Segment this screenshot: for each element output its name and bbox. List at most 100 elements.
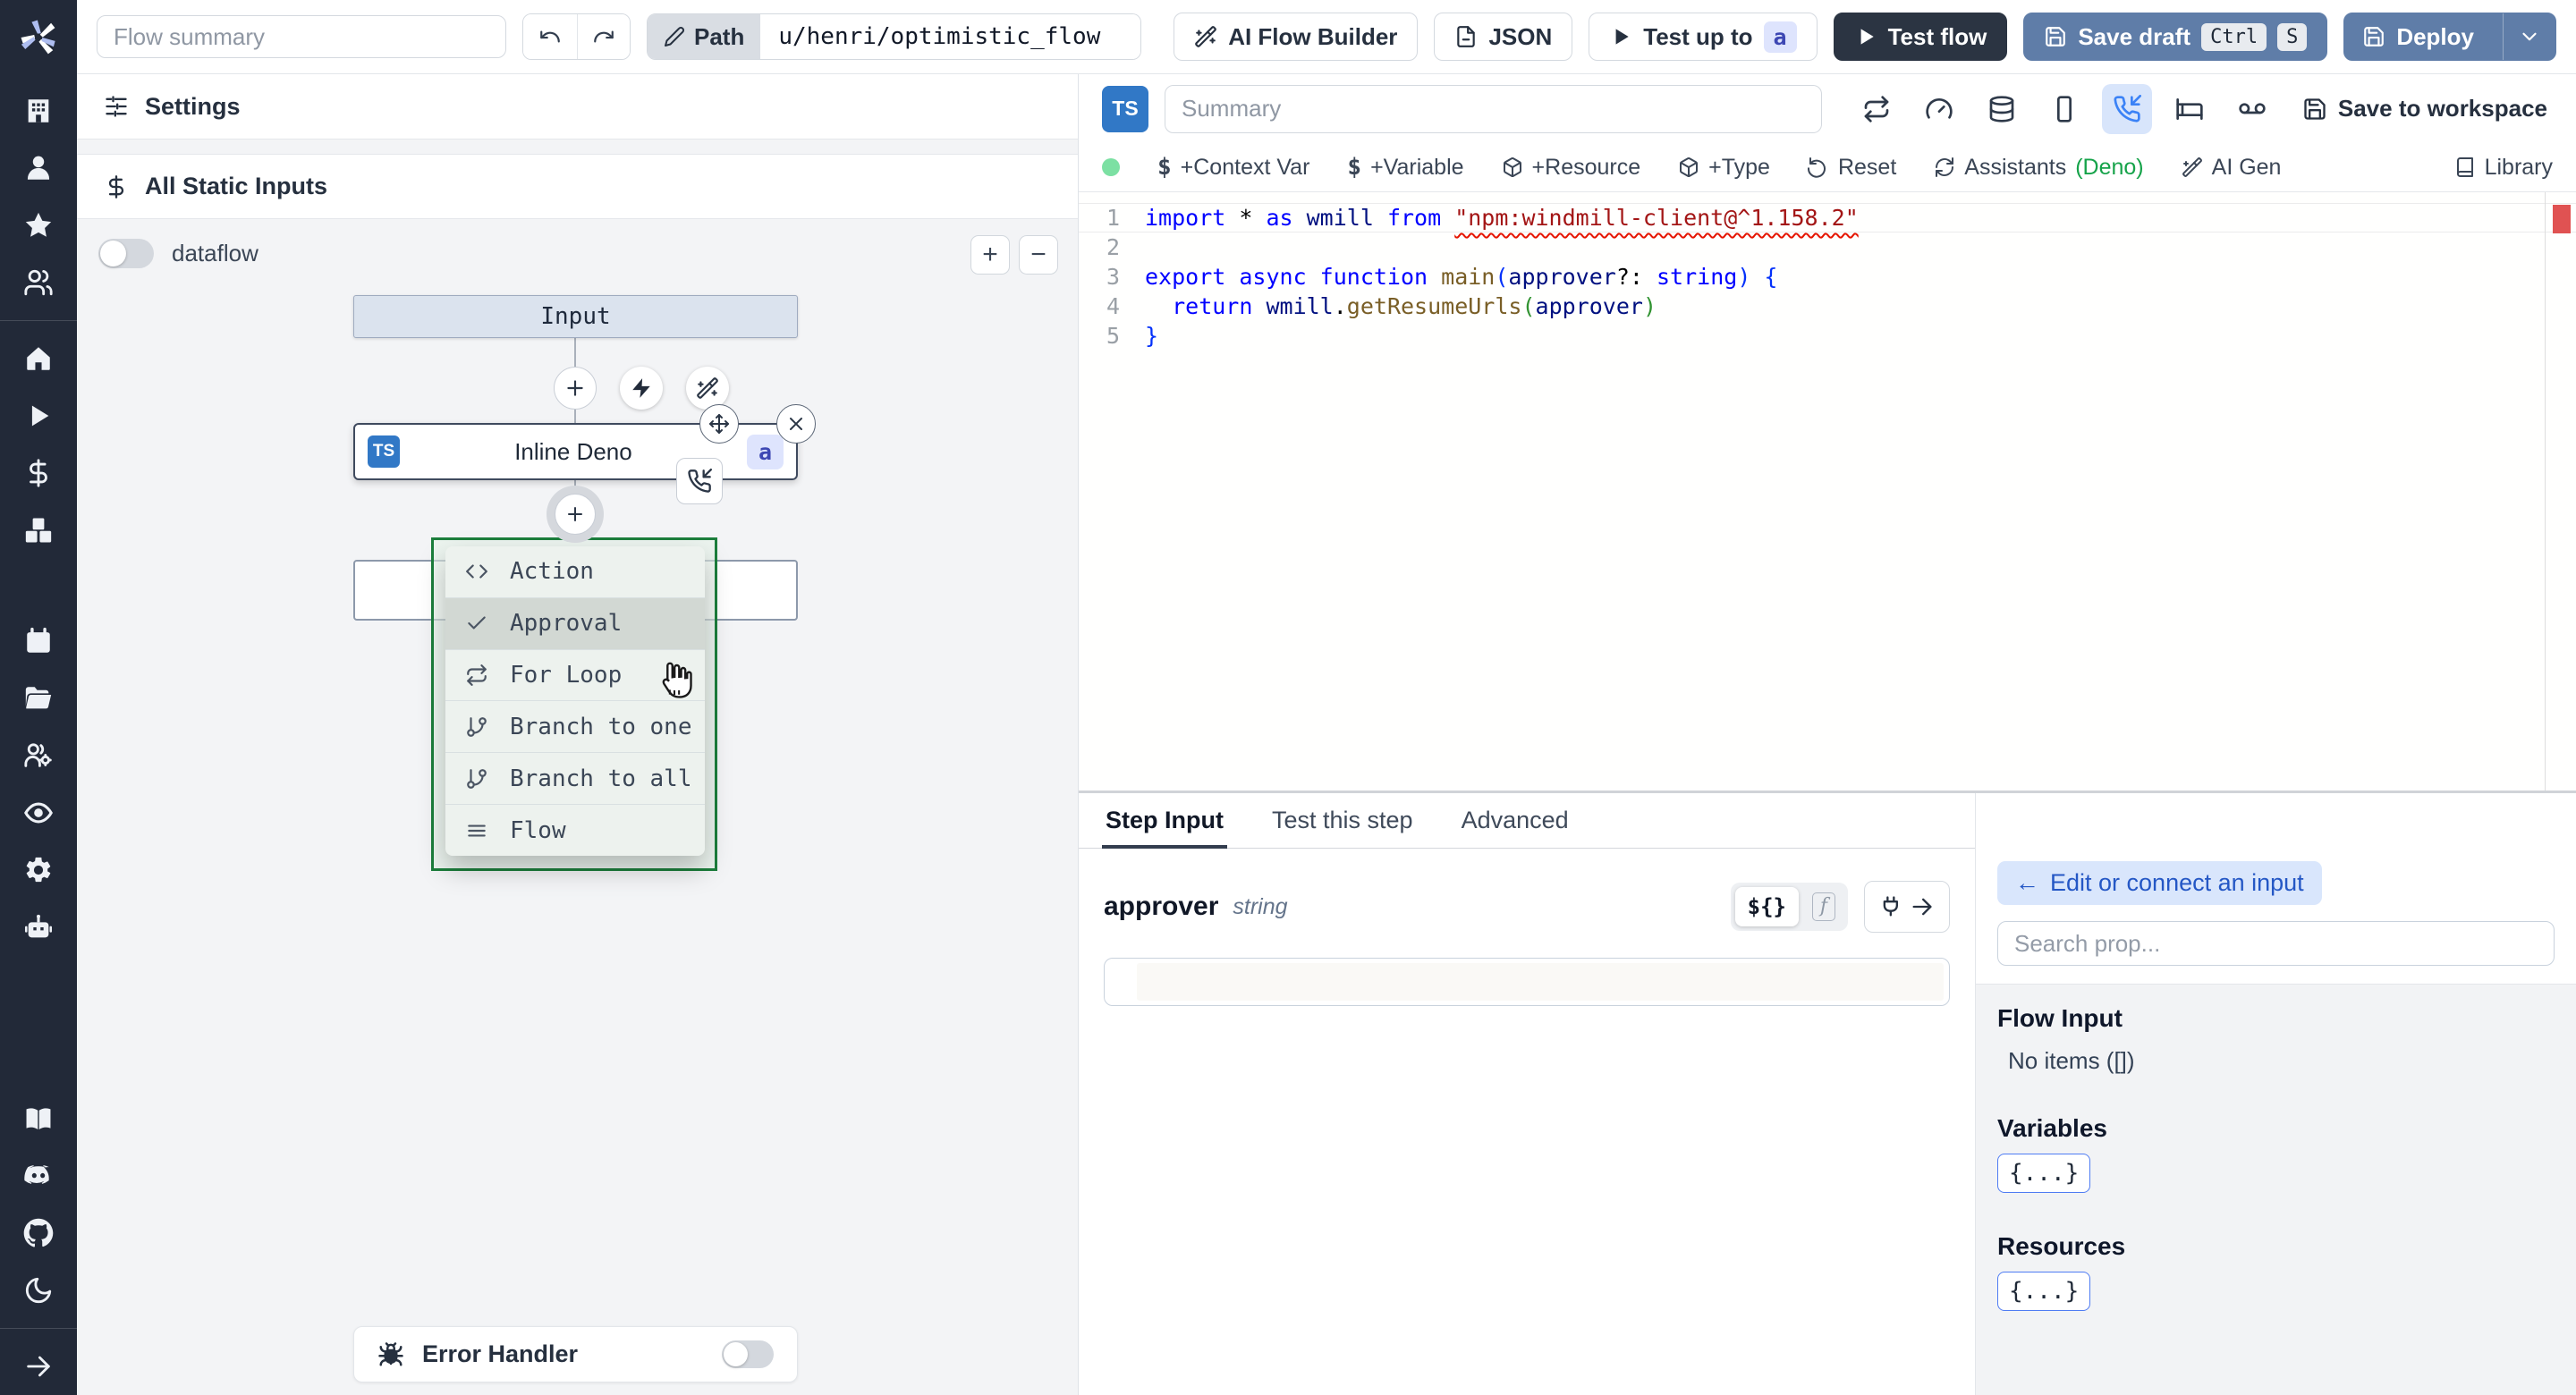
sidebar-home-icon[interactable]	[0, 330, 77, 387]
expr-mode-button[interactable]: ${}	[1734, 887, 1799, 926]
move-step-button[interactable]	[699, 404, 739, 444]
redo-button[interactable]	[576, 14, 630, 59]
sidebar-schedules-icon[interactable]	[0, 613, 77, 670]
save-to-workspace-button[interactable]: Save to workspace	[2302, 95, 2547, 123]
tab-advanced[interactable]: Advanced	[1458, 793, 1572, 848]
mock-icon[interactable]	[2227, 84, 2277, 134]
test-flow-label: Test flow	[1887, 22, 1987, 50]
insert-step-button-active[interactable]	[547, 486, 604, 543]
flow-summary-input[interactable]	[97, 15, 507, 58]
error-handler-card[interactable]: Error Handler	[353, 1326, 798, 1382]
json-label: JSON	[1488, 22, 1553, 50]
sidebar-favorites-icon[interactable]	[0, 197, 77, 254]
edit-or-connect-button[interactable]: ← Edit or connect an input	[1997, 861, 2322, 905]
move-icon	[709, 414, 729, 434]
sidebar-resources-icon[interactable]	[0, 502, 77, 559]
add-variable-button[interactable]: $ +Variable	[1347, 154, 1463, 181]
delete-step-button[interactable]	[776, 404, 816, 444]
deploy-dropdown-button[interactable]	[2503, 13, 2555, 60]
zoom-in-button[interactable]: +	[970, 235, 1010, 275]
fn-mode-button[interactable]: f	[1804, 892, 1843, 921]
save-draft-button[interactable]: Save draft Ctrl S	[2023, 13, 2328, 61]
step-summary-input[interactable]	[1165, 84, 1822, 133]
variables-object-chip[interactable]: {...}	[1997, 1154, 2091, 1193]
menu-item-action[interactable]: Action	[445, 546, 705, 597]
rotate-ccw-icon	[1807, 157, 1826, 178]
trigger-button[interactable]	[620, 367, 663, 410]
flow-graph: dataflow + − Input TS Inline Deno a Acti…	[77, 219, 1078, 1395]
git-branch-icon	[467, 717, 487, 737]
sleep-icon[interactable]	[2165, 84, 2215, 134]
flow-input-node[interactable]: Input	[353, 295, 798, 338]
bolt-icon	[632, 378, 650, 398]
retries-icon[interactable]	[1852, 84, 1902, 134]
sidebar-variables-icon[interactable]	[0, 444, 77, 502]
menu-item-approval[interactable]: Approval	[445, 596, 705, 649]
tab-step-input[interactable]: Step Input	[1102, 793, 1227, 849]
add-resource-button[interactable]: +Resource	[1502, 155, 1640, 181]
add-context-var-button[interactable]: $ +Context Var	[1157, 154, 1309, 181]
concurrency-icon[interactable]	[1914, 84, 1964, 134]
line-number: 5	[1106, 323, 1120, 349]
edit-path-button[interactable]: Path	[647, 14, 761, 59]
menu-item-branch-to-one[interactable]: Branch to one	[445, 700, 705, 752]
dataflow-toggle[interactable]	[98, 239, 154, 268]
editor-toolbar: $ +Context Var $ +Variable +Resource +Ty…	[1079, 143, 2576, 192]
sidebar-runs-icon[interactable]	[0, 387, 77, 444]
line-number: 4	[1106, 293, 1120, 319]
windmill-logo-icon[interactable]	[15, 14, 62, 61]
deploy-button[interactable]: Deploy	[2343, 13, 2556, 61]
code-editor[interactable]: 1 import * as wmill from "npm:windmill-c…	[1079, 192, 2576, 790]
menu-item-branch-to-all[interactable]: Branch to all	[445, 752, 705, 804]
sidebar-github-icon[interactable]	[0, 1205, 77, 1262]
ai-flow-builder-button[interactable]: AI Flow Builder	[1174, 13, 1419, 61]
error-handler-toggle[interactable]	[722, 1340, 774, 1368]
ai-suggest-button[interactable]	[686, 367, 729, 410]
sidebar-divider	[0, 1328, 77, 1329]
tab-test-this-step[interactable]: Test this step	[1268, 793, 1417, 848]
sidebar-user-icon[interactable]	[0, 140, 77, 197]
suspend-approval-icon[interactable]	[2101, 83, 2152, 134]
ai-gen-button[interactable]: AI Gen	[2182, 155, 2281, 181]
zoom-out-button[interactable]: −	[1019, 235, 1058, 275]
package-icon	[1680, 157, 1699, 177]
library-button[interactable]: Library	[2454, 155, 2553, 181]
sidebar-folders-icon[interactable]	[0, 670, 77, 727]
sidebar-groups-icon[interactable]	[0, 254, 77, 311]
undo-button[interactable]	[523, 14, 577, 59]
sidebar-workspace-icon[interactable]	[0, 82, 77, 140]
sidebar-docs-icon[interactable]	[0, 1090, 77, 1147]
test-up-to-button[interactable]: Test up to a	[1589, 13, 1818, 61]
search-prop-input[interactable]	[1997, 921, 2555, 966]
sidebar-divider	[0, 320, 77, 321]
sidebar-dark-mode-icon[interactable]	[0, 1262, 77, 1319]
cache-icon[interactable]	[1977, 84, 2027, 134]
connect-input-button[interactable]	[1864, 881, 1950, 933]
sidebar-audit-logs-icon[interactable]	[0, 784, 77, 841]
phone-incoming-icon	[688, 469, 712, 493]
approver-value-input[interactable]	[1104, 958, 1950, 1006]
assistants-button[interactable]: Assistants (Deno)	[1934, 155, 2144, 181]
step-header: TS Sa	[1079, 74, 2576, 143]
ai-flow-builder-label: AI Flow Builder	[1228, 22, 1398, 50]
sidebar-discord-icon[interactable]	[0, 1147, 77, 1205]
sidebar-settings-icon[interactable]	[0, 841, 77, 899]
lsp-status-dot	[1102, 158, 1120, 176]
plus-icon	[567, 380, 583, 396]
sidebar-workers-icon[interactable]	[0, 727, 77, 784]
reset-button[interactable]: Reset	[1807, 155, 1896, 181]
resources-object-chip[interactable]: {...}	[1997, 1272, 2091, 1311]
add-step-button[interactable]	[554, 367, 597, 410]
add-type-button[interactable]: +Type	[1678, 155, 1770, 181]
test-flow-button[interactable]: Test flow	[1833, 13, 2008, 61]
json-button[interactable]: JSON	[1434, 13, 1573, 61]
code-line-3: export async function main(approver?: st…	[1145, 264, 1778, 290]
sidebar-expand-icon[interactable]	[0, 1338, 77, 1395]
early-stop-icon[interactable]	[2039, 84, 2089, 134]
sidebar-ai-icon[interactable]	[0, 899, 77, 956]
path-value[interactable]: u/henri/optimistic_flow	[760, 14, 1141, 59]
menu-item-flow[interactable]: Flow	[445, 804, 705, 856]
chevron-down-icon	[2522, 32, 2537, 41]
flow-settings-button[interactable]: Settings	[77, 74, 1078, 140]
all-static-inputs-button[interactable]: All Static Inputs	[77, 154, 1078, 219]
